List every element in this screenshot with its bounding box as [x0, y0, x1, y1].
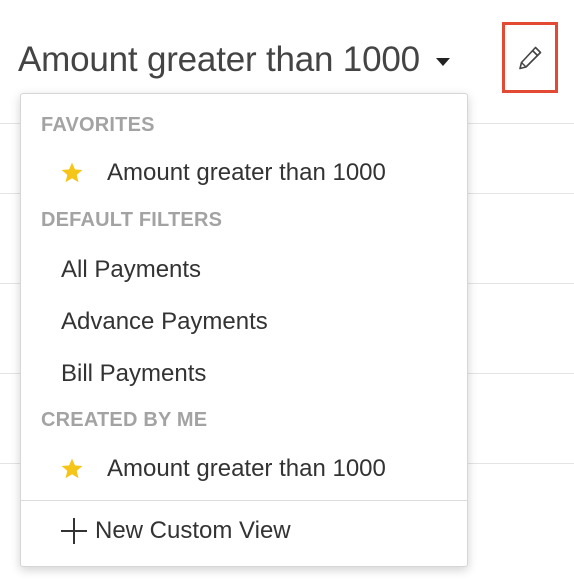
section-header-default-filters: DEFAULT FILTERS [41, 209, 223, 231]
menu-item-label: Advance Payments [61, 308, 268, 335]
new-custom-view-label: New Custom View [95, 517, 291, 544]
view-dropdown-menu: FAVORITES Amount greater than 1000 DEFAU… [20, 93, 468, 567]
view-selector[interactable]: Amount greater than 1000 [18, 36, 450, 84]
menu-item-bill-payments[interactable]: Bill Payments [21, 351, 467, 397]
edit-view-button[interactable] [502, 22, 558, 93]
new-custom-view-button[interactable]: New Custom View [21, 508, 467, 554]
menu-item-favorite-amount[interactable]: Amount greater than 1000 [21, 150, 467, 196]
menu-item-label: Bill Payments [61, 360, 207, 387]
menu-item-label: All Payments [61, 256, 202, 283]
menu-item-label: Amount greater than 1000 [107, 455, 386, 482]
pencil-icon [519, 46, 542, 69]
menu-item-label: Amount greater than 1000 [107, 159, 386, 186]
section-header-created-by-me: CREATED BY ME [41, 409, 208, 431]
plus-icon [61, 518, 87, 544]
caret-down-icon [435, 58, 450, 66]
star-icon [59, 160, 85, 186]
menu-item-all-payments[interactable]: All Payments [21, 247, 467, 293]
page: Amount greater than 1000 FAVORITES Amoun… [0, 0, 574, 584]
menu-divider [21, 500, 467, 501]
menu-item-created-amount[interactable]: Amount greater than 1000 [21, 446, 467, 492]
section-header-favorites: FAVORITES [41, 114, 155, 136]
view-title: Amount greater than 1000 [18, 40, 420, 79]
star-icon [59, 456, 85, 482]
menu-item-advance-payments[interactable]: Advance Payments [21, 299, 467, 345]
